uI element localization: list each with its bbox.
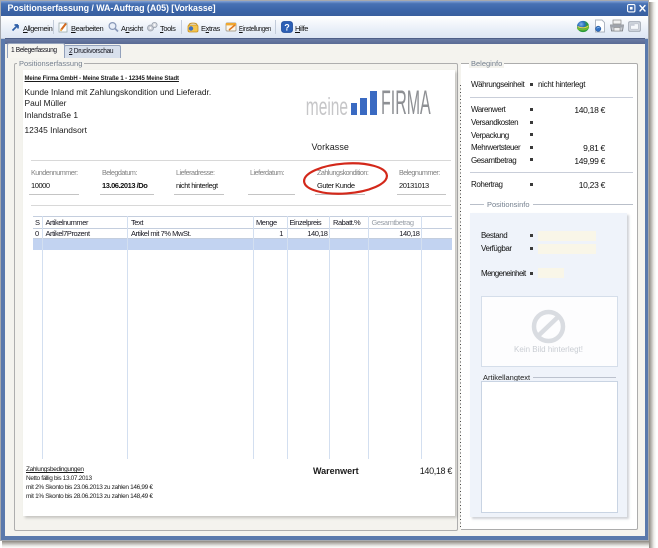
svg-text:?: ? — [284, 22, 290, 32]
